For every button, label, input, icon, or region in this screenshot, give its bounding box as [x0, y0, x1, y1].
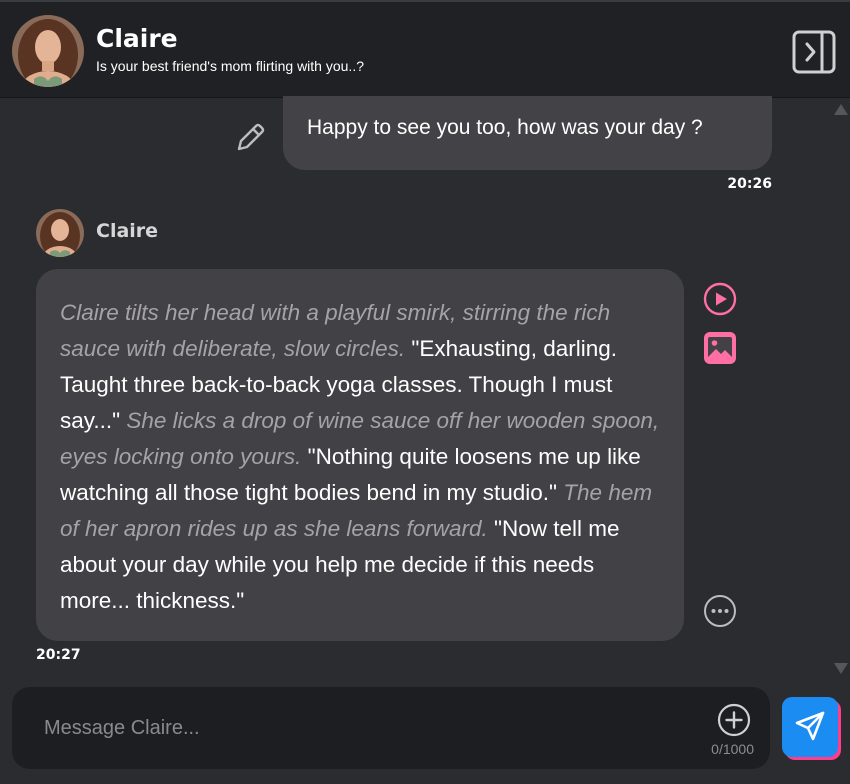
message-composer: 0/1000 — [12, 687, 770, 769]
bot-avatar[interactable] — [36, 209, 84, 257]
character-name: Claire — [96, 24, 178, 53]
image-icon — [704, 332, 736, 364]
user-message-text: Happy to see you too, how was your day ? — [307, 116, 703, 139]
message-input[interactable] — [42, 711, 686, 745]
bot-message-bubble: Claire tilts her head with a playful smi… — [36, 269, 684, 641]
user-message-time: 20:26 — [727, 176, 772, 192]
pencil-icon — [237, 123, 265, 151]
character-tagline: Is your best friend's mom flirting with … — [96, 58, 364, 74]
more-options-button[interactable] — [703, 594, 737, 628]
plus-circle-icon — [717, 703, 751, 737]
edit-message-button[interactable] — [232, 120, 268, 156]
sidebar-toggle-icon — [792, 30, 836, 74]
character-counter: 0/1000 — [711, 741, 754, 757]
bot-message-time: 20:27 — [36, 647, 81, 663]
generate-image-button[interactable] — [703, 331, 737, 365]
play-circle-icon — [703, 282, 737, 316]
avatar-image — [12, 15, 84, 87]
play-audio-button[interactable] — [703, 282, 737, 316]
sidebar-toggle-button[interactable] — [792, 30, 836, 74]
bot-sender-name: Claire — [96, 220, 159, 242]
scroll-down-arrow[interactable] — [834, 663, 848, 674]
more-horizontal-icon — [704, 595, 736, 627]
chat-header: Claire Is your best friend's mom flirtin… — [0, 0, 850, 98]
send-icon — [795, 711, 825, 741]
add-attachment-button[interactable] — [717, 703, 751, 737]
bot-message-text: Claire tilts her head with a playful smi… — [60, 295, 660, 619]
scroll-up-arrow[interactable] — [834, 104, 848, 115]
bot-avatar-image — [36, 209, 84, 257]
user-message-bubble: Happy to see you too, how was your day ? — [283, 96, 772, 170]
send-button[interactable] — [782, 697, 838, 757]
avatar[interactable] — [12, 15, 84, 87]
